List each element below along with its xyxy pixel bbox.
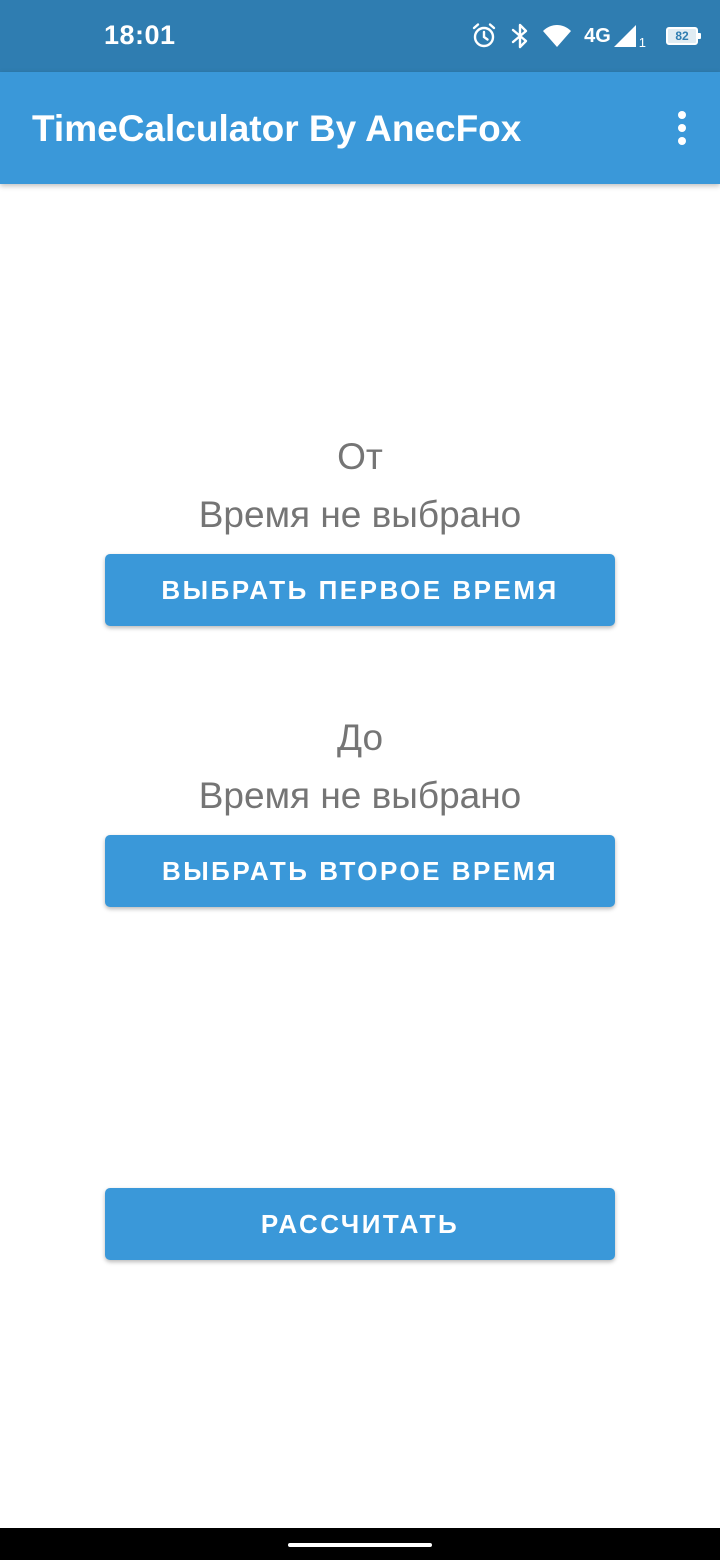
battery-level: 82 [675, 29, 689, 43]
alarm-icon [470, 22, 498, 50]
select-second-time-button[interactable]: ВЫБРАТЬ ВТОРОЕ ВРЕМЯ [105, 835, 615, 907]
app-bar: TimeCalculator By AnecFox [0, 72, 720, 184]
battery-icon: 82 [666, 27, 701, 45]
select-first-time-button[interactable]: ВЫБРАТЬ ПЕРВОЕ ВРЕМЯ [105, 554, 615, 626]
network-type-label: 4G [584, 24, 611, 47]
status-time: 18:01 [104, 20, 176, 50]
to-time-value: Время не выбрано [198, 775, 522, 816]
to-label: До [336, 717, 384, 758]
more-vert-icon[interactable] [662, 106, 702, 150]
app-title: TimeCalculator By AnecFox [32, 108, 522, 149]
gesture-handle[interactable] [288, 1543, 432, 1547]
from-label: От [337, 436, 383, 477]
status-icons: 4G 1 82 [458, 20, 701, 52]
wifi-icon [542, 24, 572, 48]
sim-slot-label: 1 [638, 35, 646, 50]
from-time-value: Время не выбрано [198, 494, 522, 535]
navigation-bar [0, 1528, 720, 1560]
status-bar: 18:01 4G 1 82 [0, 0, 720, 72]
signal-icon [613, 24, 637, 48]
calculate-button[interactable]: РАССЧИТАТЬ [105, 1188, 615, 1260]
bluetooth-icon [510, 22, 530, 50]
